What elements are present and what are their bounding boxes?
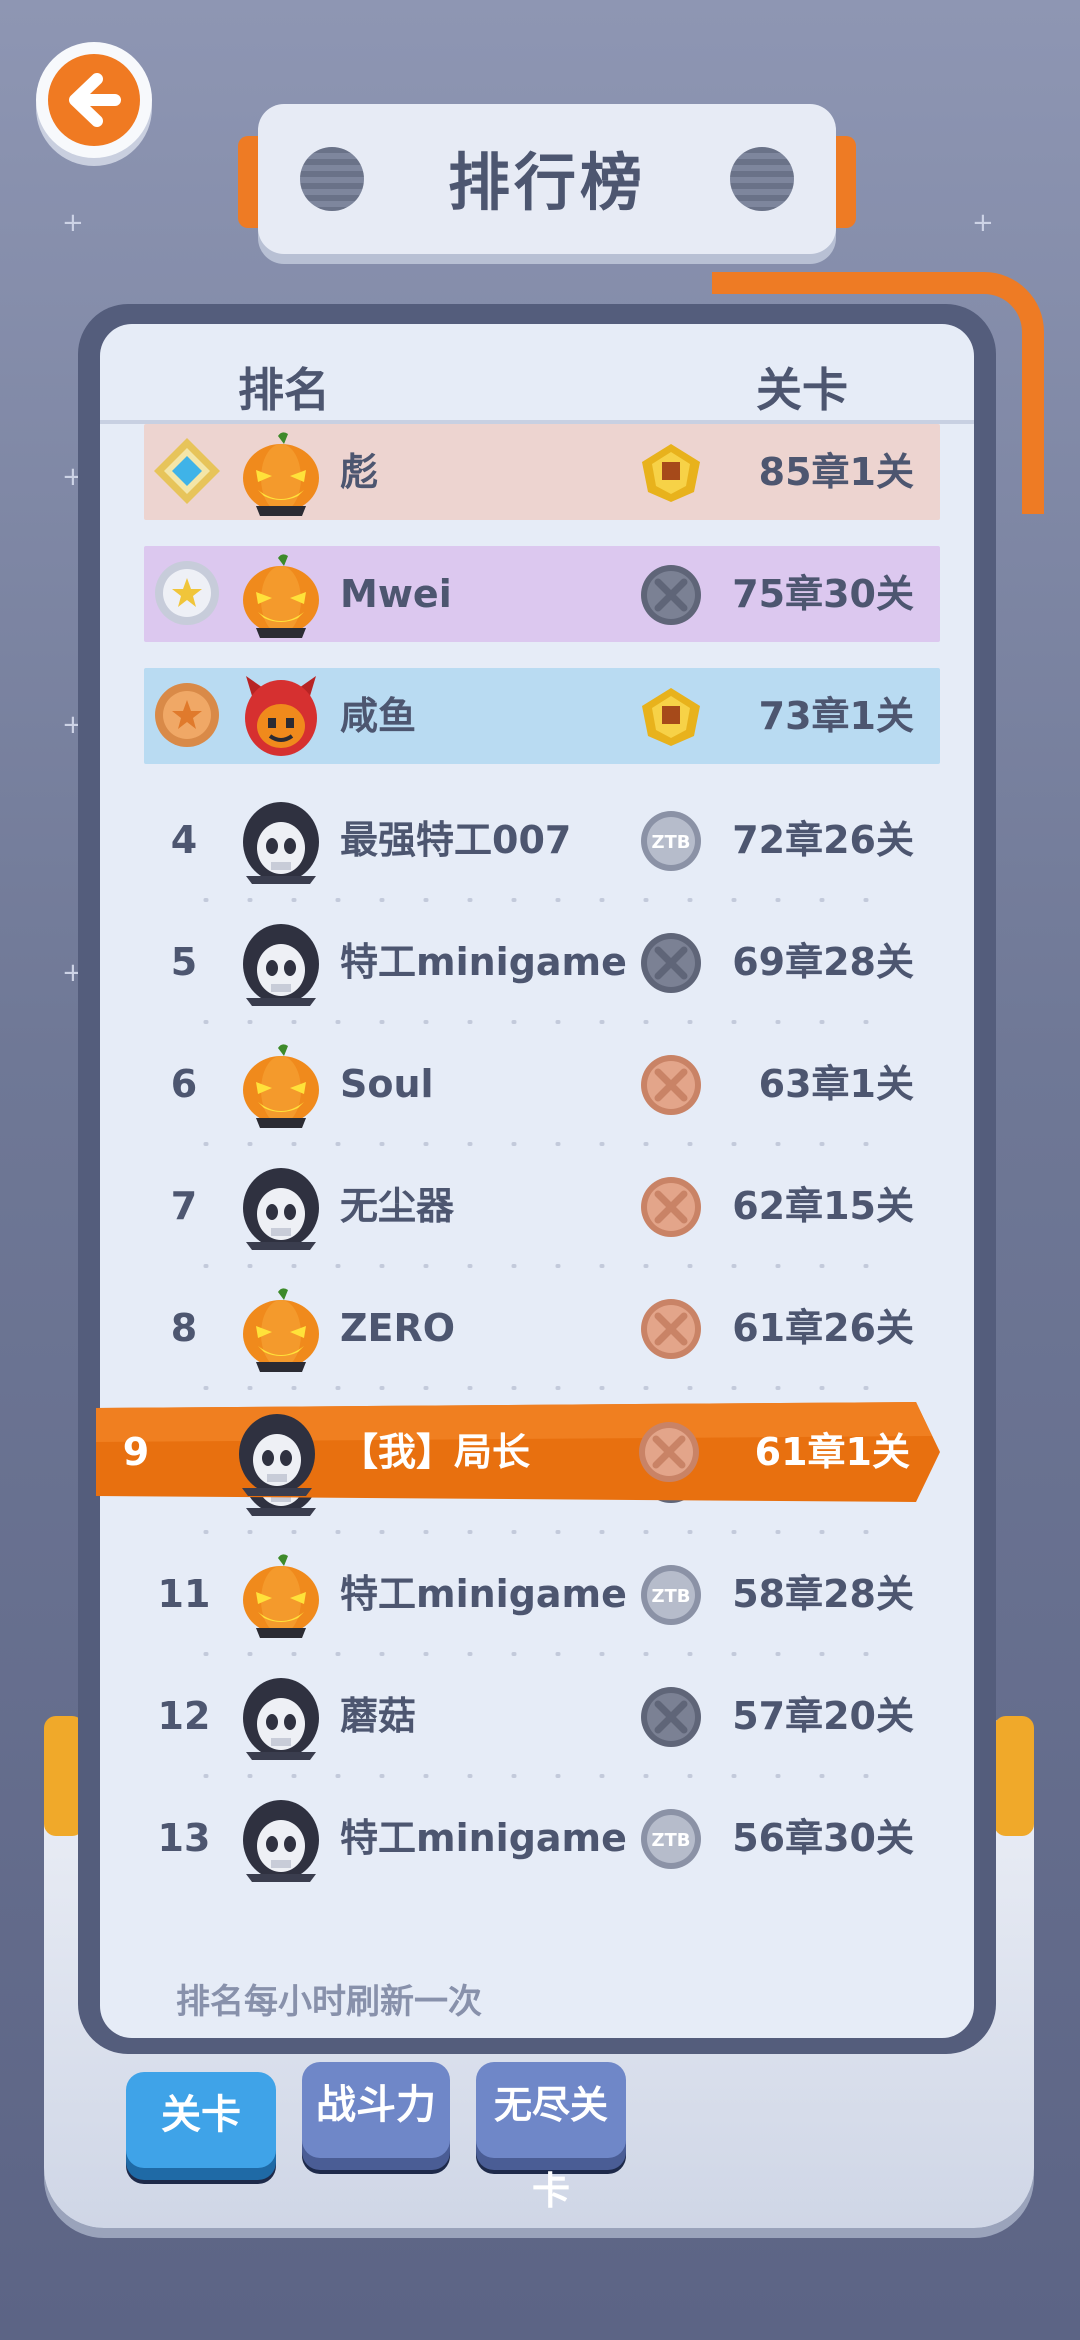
diamond-medal-icon xyxy=(152,436,222,506)
tray-wing xyxy=(994,1716,1034,1836)
player-level: 57章20关 xyxy=(732,1694,914,1738)
pumpkin-avatar xyxy=(238,552,324,638)
gold-crown-badge-icon xyxy=(638,440,704,506)
table-row[interactable]: 5 特工minigame 69章28关 xyxy=(144,914,940,1010)
devil-avatar xyxy=(238,674,324,760)
player-name: 彪 xyxy=(340,450,379,494)
player-level: 63章1关 xyxy=(758,1062,914,1106)
table-row[interactable]: Mwei 75章30关 xyxy=(144,546,940,642)
table-row[interactable]: 彪 85章1关 xyxy=(144,424,940,520)
skull-avatar xyxy=(238,1674,324,1760)
table-row[interactable]: 6 Soul 63章1关 xyxy=(144,1036,940,1132)
row-divider xyxy=(184,1530,884,1534)
svg-text:ZTB: ZTB xyxy=(651,1586,690,1607)
row-divider xyxy=(184,1652,884,1656)
table-row[interactable]: 咸鱼 73章1关 xyxy=(144,668,940,764)
silver-ztb-badge-icon: ZTB xyxy=(638,1806,704,1872)
player-name: 无尘器 xyxy=(340,1184,455,1228)
table-row[interactable]: 11 特工minigame ZTB 58章28关 xyxy=(144,1546,940,1642)
svg-text:ZTB: ZTB xyxy=(651,832,690,853)
pumpkin-avatar xyxy=(238,430,324,516)
row-divider xyxy=(184,1386,884,1390)
svg-text:ZTB: ZTB xyxy=(651,1830,690,1851)
bronze-star-medal-icon xyxy=(152,680,222,750)
skull-avatar xyxy=(238,1164,324,1250)
title-board: 排行榜 xyxy=(258,104,836,254)
table-row[interactable]: 7 无尘器 62章15关 xyxy=(144,1158,940,1254)
my-avatar xyxy=(234,1410,320,1496)
grid-cross: + xyxy=(972,208,994,238)
refresh-note: 排名每小时刷新一次 xyxy=(176,1982,482,2022)
rank-number: 13 xyxy=(157,1816,211,1860)
page-title: 排行榜 xyxy=(447,146,646,219)
silver-ztb-badge-icon: ZTB xyxy=(638,1562,704,1628)
silver-star-medal-icon xyxy=(152,558,222,628)
steel-x-badge-icon xyxy=(638,930,704,996)
rank-column-header: 排名 xyxy=(238,363,330,417)
rank-number: 7 xyxy=(170,1184,198,1228)
tab-endless[interactable]: 无尽关卡 xyxy=(476,2062,626,2213)
my-rank-number: 9 xyxy=(122,1430,150,1474)
leaderboard-list[interactable]: 彪 85章1关 Mwei 75章30关咸鱼 73章1关 4 最强特工007 ZTB 72章26关… xyxy=(100,424,974,1942)
rank-number: 5 xyxy=(170,940,198,984)
player-name: 特工minigame xyxy=(340,1572,627,1616)
rank-number: 12 xyxy=(157,1694,211,1738)
silver-ztb-badge-icon: ZTB xyxy=(638,808,704,874)
rank-number: 6 xyxy=(170,1062,198,1106)
player-level: 72章26关 xyxy=(732,818,914,862)
player-name: Soul xyxy=(340,1062,434,1106)
bronze-x-badge-icon xyxy=(638,1174,704,1240)
rank-number: 4 xyxy=(170,818,198,862)
skull-avatar xyxy=(238,798,324,884)
steel-x-badge-icon xyxy=(638,1684,704,1750)
player-level: 73章1关 xyxy=(758,694,914,738)
bronze-x-badge-icon xyxy=(638,1296,704,1362)
player-name: 最强特工007 xyxy=(340,818,572,862)
leaderboard-header: 排名 关卡 xyxy=(100,324,974,424)
player-name: 蘑菇 xyxy=(340,1694,417,1738)
player-level: 75章30关 xyxy=(732,572,914,616)
my-name: 【我】局长 xyxy=(340,1430,531,1474)
table-row[interactable]: 13 特工minigame ZTB 56章30关 xyxy=(144,1790,940,1886)
tab-power[interactable]: 战斗力 xyxy=(302,2062,450,2158)
skull-avatar xyxy=(238,1796,324,1882)
row-divider xyxy=(184,1020,884,1024)
pumpkin-avatar xyxy=(238,1286,324,1372)
table-row[interactable]: 8 ZERO 61章26关 xyxy=(144,1280,940,1376)
player-level: 69章28关 xyxy=(732,940,914,984)
player-level: 85章1关 xyxy=(758,450,914,494)
back-button[interactable] xyxy=(36,42,152,158)
table-row[interactable]: 4 最强特工007 ZTB 72章26关 xyxy=(144,792,940,888)
tab-level[interactable]: 关卡 xyxy=(126,2072,276,2168)
player-level: 61章26关 xyxy=(732,1306,914,1350)
row-divider xyxy=(184,1774,884,1778)
pumpkin-avatar xyxy=(238,1042,324,1128)
level-column-header: 关卡 xyxy=(756,363,848,417)
table-row[interactable]: 12 蘑菇 57章20关 xyxy=(144,1668,940,1764)
player-name: ZERO xyxy=(340,1306,456,1350)
steel-x-badge-icon xyxy=(638,562,704,628)
my-level: 61章1关 xyxy=(754,1430,910,1474)
row-divider xyxy=(184,1264,884,1268)
player-name: 特工minigame xyxy=(340,1816,627,1860)
rank-number: 8 xyxy=(170,1306,198,1350)
arrow-left-icon xyxy=(69,73,121,127)
player-level: 62章15关 xyxy=(732,1184,914,1228)
player-level: 56章30关 xyxy=(732,1816,914,1860)
player-name: 特工minigame xyxy=(340,940,627,984)
pumpkin-avatar xyxy=(238,1552,324,1638)
player-name: Mwei xyxy=(340,572,452,616)
row-divider xyxy=(184,898,884,902)
my-rank-badge xyxy=(636,1419,702,1485)
skull-avatar xyxy=(238,920,324,1006)
bronze-x-badge-icon xyxy=(638,1052,704,1118)
rank-number: 11 xyxy=(157,1572,211,1616)
leaderboard-panel: 排名 关卡 彪 85章1关 Mwei 75章30关咸鱼 73章1关 4 最强特工007 ZTB… xyxy=(100,324,974,2038)
grid-cross: + xyxy=(62,208,84,238)
my-rank-row[interactable]: 9 【我】局长 61章1关 xyxy=(96,1402,940,1502)
player-level: 58章28关 xyxy=(732,1572,914,1616)
player-name: 咸鱼 xyxy=(340,694,417,738)
row-divider xyxy=(184,1142,884,1146)
gold-crown-badge-icon xyxy=(638,684,704,750)
